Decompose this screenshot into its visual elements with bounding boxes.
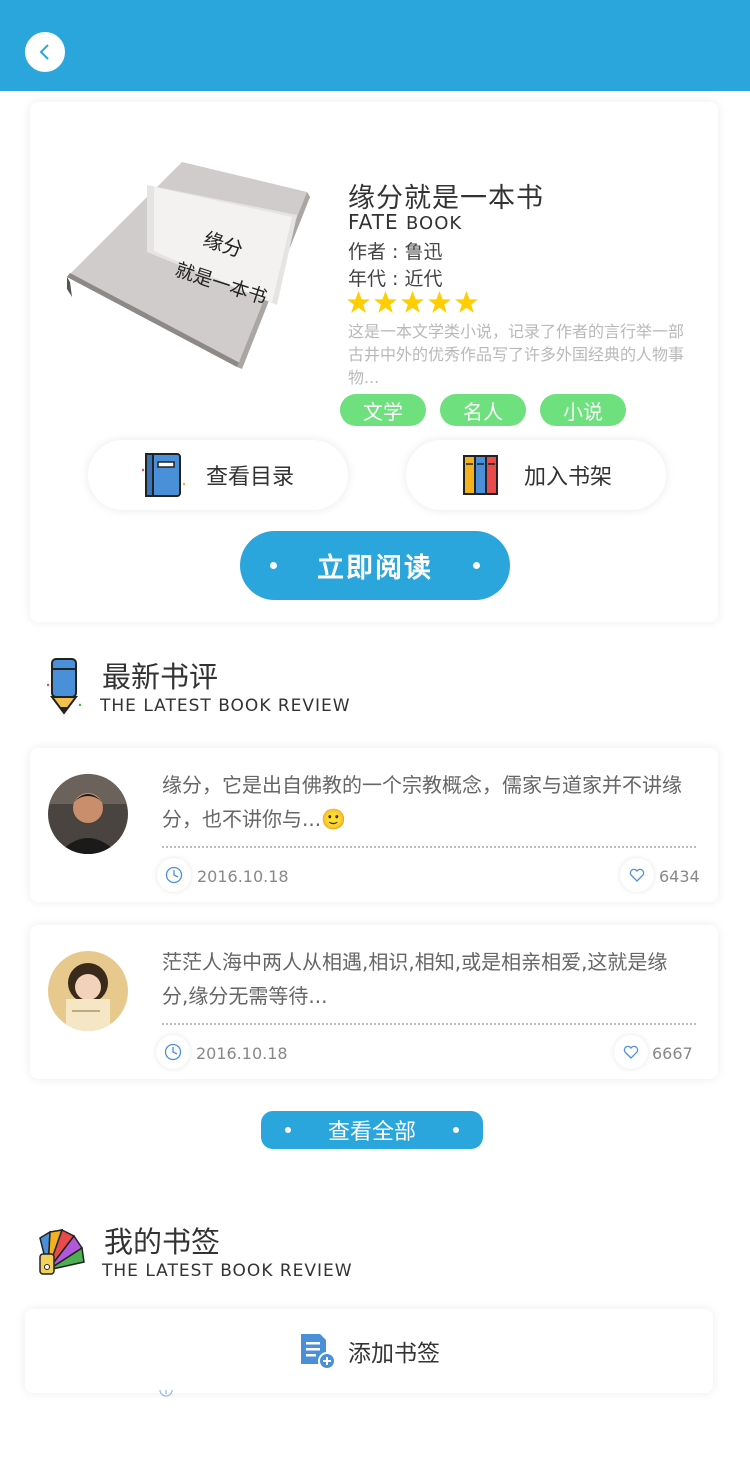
book-author: 作者 : 鲁迅 xyxy=(348,241,443,263)
add-bookmark-label: 添加书签 xyxy=(348,1341,440,1367)
smile-emoji-icon: 🙂 xyxy=(321,807,346,831)
star-icon xyxy=(347,291,370,313)
bookshelf-icon xyxy=(462,455,498,495)
bookmarks-section-subtitle: THE LATEST BOOK REVIEW xyxy=(102,1261,353,1281)
tag-novel[interactable]: 小说 xyxy=(540,394,626,426)
book-icon xyxy=(141,453,186,497)
bookmarks-section-title: 我的书签 xyxy=(104,1225,221,1259)
back-button[interactable] xyxy=(24,31,66,73)
view-catalog-button[interactable]: 查看目录 xyxy=(88,440,348,510)
view-all-label: 查看全部 xyxy=(327,1120,416,1145)
book-info-card: 缘分 就是一本书 缘分就是一本书 FATE BOOK 作者 : 鲁迅 年代 : … xyxy=(30,102,718,622)
add-to-shelf-button[interactable]: 加入书架 xyxy=(406,440,666,510)
review-card-1[interactable]: 缘分，它是出自佛教的一个宗教概念，儒家与道家并不讲缘分，也不讲你与...🙂 20… xyxy=(30,748,718,902)
book-era: 年代 : 近代 xyxy=(348,268,443,290)
clock-icon xyxy=(156,1035,190,1069)
review-text: 茫茫人海中两人从相遇,相识,相知,或是相亲相爱,这就是缘分,缘分无需等待... xyxy=(162,950,668,1008)
star-icon xyxy=(374,291,397,313)
star-icon xyxy=(428,291,451,313)
color-palette-icon xyxy=(39,1228,85,1275)
view-all-button[interactable]: 查看全部 xyxy=(261,1111,483,1149)
add-to-shelf-label: 加入书架 xyxy=(523,465,612,490)
book-cover-image: 缘分 就是一本书 xyxy=(67,162,310,369)
review-date: 2016.10.18 xyxy=(196,1044,288,1063)
reviews-section-title: 最新书评 xyxy=(102,660,219,694)
heart-icon[interactable] xyxy=(614,1035,648,1069)
book-subtitle-small: BOOK xyxy=(406,213,463,234)
book-subtitle-main: FATE xyxy=(348,210,399,234)
reviews-section-subtitle: THE LATEST BOOK REVIEW xyxy=(100,696,351,716)
review-date: 2016.10.18 xyxy=(197,867,289,886)
divider xyxy=(162,1023,696,1025)
dot-left xyxy=(270,562,277,569)
tag-celebrity[interactable]: 名人 xyxy=(440,394,526,426)
read-now-button[interactable]: 立即阅读 xyxy=(240,531,510,600)
book-description: 这是一本文学类小说，记录了作者的言行举一部古井中外的优秀作品写了许多外国经典的人… xyxy=(348,322,685,387)
add-bookmark-button[interactable]: 添加书签 xyxy=(25,1309,713,1393)
review-likes: 6434 xyxy=(659,867,700,886)
avatar xyxy=(48,774,128,854)
add-document-icon xyxy=(301,1334,336,1370)
review-text: 缘分，它是出自佛教的一个宗教概念，儒家与道家并不讲缘分，也不讲你与...🙂 xyxy=(162,768,682,836)
dot-right xyxy=(473,562,480,569)
avatar xyxy=(48,951,128,1031)
review-likes: 6667 xyxy=(652,1044,693,1063)
tag-literature[interactable]: 文学 xyxy=(340,394,426,426)
pencil-icon xyxy=(46,658,82,715)
star-icon xyxy=(455,291,478,313)
rating-stars xyxy=(346,290,479,315)
clock-icon xyxy=(159,1390,173,1397)
top-bar xyxy=(0,0,750,91)
dot-left xyxy=(285,1127,291,1133)
clock-icon xyxy=(157,858,191,892)
star-icon xyxy=(401,291,424,313)
review-text-content: 缘分，它是出自佛教的一个宗教概念，儒家与道家并不讲缘分，也不讲你与... xyxy=(162,773,682,831)
tag-list: 文学 名人 小说 xyxy=(340,394,626,426)
review-card-2[interactable]: 茫茫人海中两人从相遇,相识,相知,或是相亲相爱,这就是缘分,缘分无需等待... … xyxy=(30,925,718,1079)
view-catalog-label: 查看目录 xyxy=(205,465,294,490)
divider xyxy=(162,846,696,848)
dot-right xyxy=(452,1127,459,1133)
book-subtitle: FATE BOOK xyxy=(348,210,462,234)
chevron-left-icon xyxy=(39,44,49,60)
heart-icon[interactable] xyxy=(620,858,654,892)
read-now-label: 立即阅读 xyxy=(317,553,433,584)
